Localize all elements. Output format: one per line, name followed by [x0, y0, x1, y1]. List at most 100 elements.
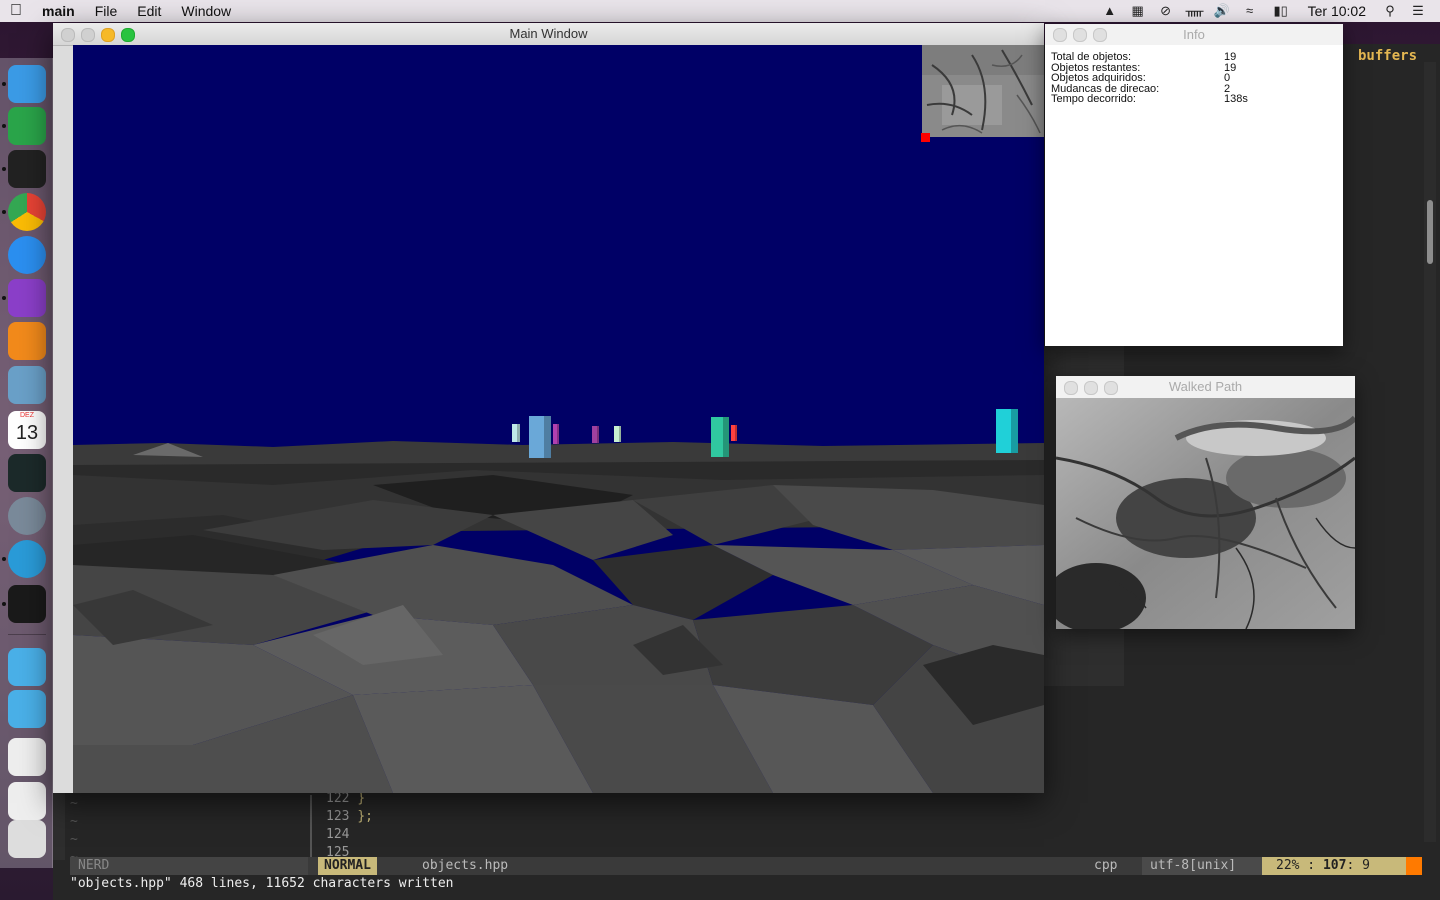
- dock-markdown-icon[interactable]: [8, 540, 46, 578]
- notification-center-icon[interactable]: ☰: [1410, 4, 1426, 18]
- info-row-elapsed-time: Tempo decorrido: 138s: [1051, 94, 1331, 105]
- line-number: 124: [326, 827, 350, 842]
- main-window-titlebar[interactable]: Main Window: [53, 23, 1044, 46]
- info-label: Tempo decorrido:: [1051, 93, 1136, 105]
- code-line: 123 };: [326, 808, 373, 826]
- right-pane-scrollbar-thumb[interactable]: [1427, 200, 1433, 264]
- dock-safari-icon[interactable]: [8, 236, 46, 274]
- main-window-title: Main Window: [509, 26, 588, 41]
- window-close-button-inactive-2[interactable]: [81, 28, 95, 42]
- battery-icon[interactable]: ▮▯: [1270, 4, 1292, 18]
- terrain-render: [73, 45, 1044, 793]
- vim-code-area[interactable]: 122 } 123 }; 124 125: [326, 790, 373, 862]
- dock-chrome-icon[interactable]: [8, 193, 46, 231]
- info-close-button[interactable]: [1053, 28, 1067, 42]
- menu-app-name[interactable]: main: [32, 0, 85, 22]
- vim-filename: objects.hpp: [422, 858, 509, 873]
- line-text: };: [357, 809, 373, 824]
- dock-running-indicator: [2, 210, 6, 214]
- window-manager-icon[interactable]: ▦: [1130, 4, 1146, 18]
- scene-object-pillar: [553, 424, 559, 444]
- line-number: 123: [326, 809, 350, 824]
- menu-clock[interactable]: Ter 10:02: [1298, 0, 1376, 22]
- line-number: 122: [326, 791, 350, 806]
- calendar-month: DEZ: [20, 412, 34, 419]
- dock-vlc-icon[interactable]: [8, 322, 46, 360]
- vim-cursor-position: 22% : 107: 9: [1262, 857, 1420, 875]
- vim-buffers-label: buffers: [1358, 48, 1418, 64]
- vim-filetype: cpp: [1094, 858, 1118, 873]
- dock-running-indicator: [2, 124, 6, 128]
- nerdtree-status: NERD: [78, 858, 110, 873]
- walked-path-titlebar[interactable]: Walked Path: [1056, 376, 1355, 398]
- info-zoom-button[interactable]: [1093, 28, 1107, 42]
- sync-icon[interactable]: ⊘: [1158, 4, 1174, 18]
- calendar-day: 13: [15, 422, 39, 444]
- info-row-acquired-objects: Objetos adquiridos: 0: [1051, 73, 1331, 84]
- dock-trash-icon[interactable]: [8, 820, 46, 858]
- dock-applications-folder-icon[interactable]: [8, 648, 46, 686]
- info-window-titlebar[interactable]: Info: [1045, 24, 1343, 45]
- drive-icon[interactable]: ▲: [1102, 4, 1118, 18]
- right-pane-scrollbar-track[interactable]: [1424, 62, 1436, 842]
- vim-split-divider[interactable]: [310, 795, 312, 857]
- scene-object-pillar: [614, 426, 621, 442]
- info-label: Objetos adquiridos:: [1051, 72, 1146, 84]
- dock-separator: [8, 634, 46, 635]
- info-window[interactable]: Info Total de objetos: 19 Objetos restant…: [1045, 24, 1343, 346]
- walked-path-title: Walked Path: [1168, 379, 1243, 394]
- minimap-player-marker: [921, 133, 930, 142]
- walked-path-zoom-button[interactable]: [1104, 381, 1118, 395]
- apple-icon[interactable]: : [0, 0, 32, 22]
- dock-exec-icon[interactable]: [8, 585, 46, 623]
- dock-calendar-icon[interactable]: DEZ 13: [8, 411, 46, 449]
- info-row-total-objects: Total de objetos: 19: [1051, 52, 1331, 63]
- menu-edit[interactable]: Edit: [127, 0, 171, 22]
- dock-dash-icon[interactable]: [8, 279, 46, 317]
- bluetooth-icon[interactable]: ᚅ: [1186, 4, 1204, 18]
- menu-window[interactable]: Window: [171, 0, 241, 22]
- vim-status-line: NERD NORMAL objects.hpp cpp utf-8[unix] …: [70, 857, 1422, 875]
- wifi-icon[interactable]: ≈: [1242, 4, 1258, 18]
- scene-object-pillar: [731, 425, 737, 441]
- window-zoom-button[interactable]: [121, 28, 135, 42]
- window-minimize-button[interactable]: [101, 28, 115, 42]
- spotlight-search-icon[interactable]: ⚲: [1382, 4, 1398, 18]
- dock-vim-icon[interactable]: [8, 107, 46, 145]
- 3d-terrain-view[interactable]: [73, 45, 1044, 793]
- info-minimize-button[interactable]: [1073, 28, 1087, 42]
- window-close-button-inactive[interactable]: [61, 28, 75, 42]
- dock-document-icon[interactable]: [8, 782, 46, 820]
- menu-file[interactable]: File: [85, 0, 128, 22]
- dock-activity-monitor-icon[interactable]: [8, 454, 46, 492]
- dock-finder-icon[interactable]: [8, 65, 46, 103]
- volume-icon[interactable]: 🔊: [1214, 4, 1230, 18]
- dock-downloads-folder-icon[interactable]: [8, 690, 46, 728]
- menu-bar:  main File Edit Window ▲ ▦ ⊘ ᚅ 🔊 ≈ ▮▯ T…: [0, 0, 1440, 22]
- scene-object-pillar: [996, 409, 1018, 453]
- main-window[interactable]: Main Window: [53, 23, 1044, 793]
- vim-position-percent: 22% :: [1276, 858, 1316, 873]
- vim-position-line: 107: [1322, 858, 1347, 873]
- info-label: Total de objetos:: [1051, 51, 1132, 63]
- walked-path-window[interactable]: Walked Path: [1056, 376, 1355, 629]
- dock-running-indicator: [2, 167, 6, 171]
- vim-warning-indicator: [1406, 857, 1422, 875]
- dock-running-indicator: [2, 557, 6, 561]
- walked-path-minimize-button[interactable]: [1084, 381, 1098, 395]
- dock-launchpad-icon[interactable]: [8, 497, 46, 535]
- line-text: }: [357, 791, 366, 806]
- scene-object-pillar: [529, 416, 551, 458]
- vim-encoding: utf-8[unix]: [1142, 857, 1268, 875]
- walked-path-close-button[interactable]: [1064, 381, 1078, 395]
- scene-object-pillar: [592, 426, 599, 443]
- info-value: 19: [1224, 51, 1237, 63]
- walked-path-heightmap: [1056, 398, 1355, 629]
- dock-preview-icon[interactable]: [8, 366, 46, 404]
- dock-running-indicator: [2, 296, 6, 300]
- dock-chrome-doc-icon[interactable]: [8, 738, 46, 776]
- dock-terminal-icon[interactable]: [8, 150, 46, 188]
- info-value: 138s: [1224, 93, 1248, 105]
- vim-mode-indicator: NORMAL: [318, 857, 377, 875]
- vim-command-line[interactable]: "objects.hpp" 468 lines, 11652 character…: [70, 876, 454, 891]
